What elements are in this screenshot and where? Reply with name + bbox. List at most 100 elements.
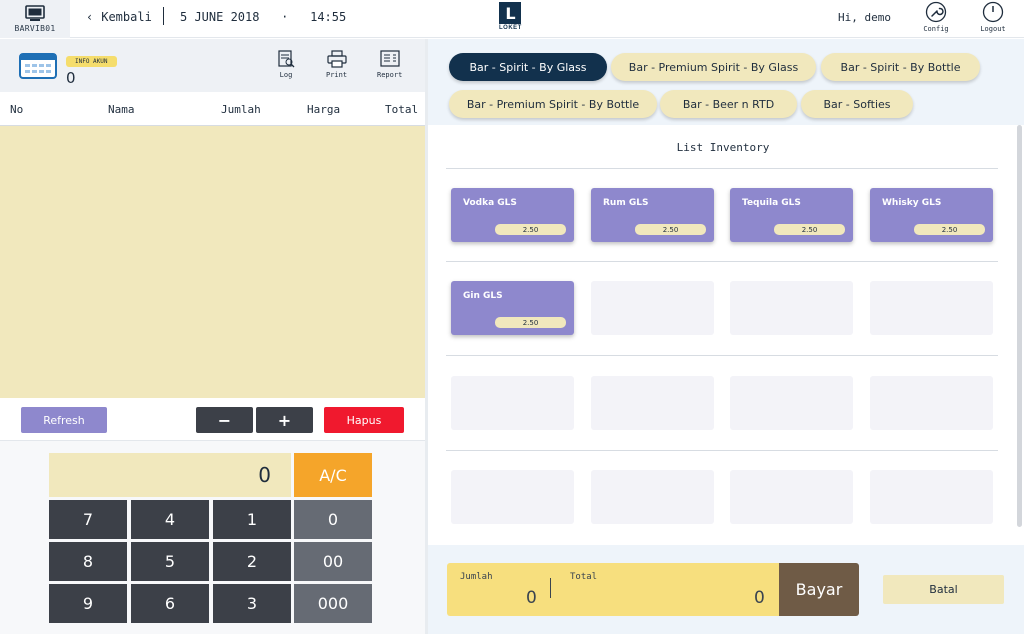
key-00[interactable]: 00: [294, 542, 372, 581]
key-0[interactable]: 0: [294, 500, 372, 539]
column-no: No: [10, 103, 24, 116]
empty-slot: [870, 281, 993, 335]
item-name: Gin GLS: [463, 291, 503, 301]
pay-button[interactable]: Bayar: [779, 563, 859, 616]
inventory-item-rum[interactable]: Rum GLS 2.50: [591, 188, 714, 242]
key-6[interactable]: 6: [131, 584, 209, 623]
column-harga: Harga: [307, 103, 341, 116]
total-label: Total: [570, 572, 598, 582]
delete-button[interactable]: Hapus: [324, 407, 404, 433]
refresh-button[interactable]: Refresh: [21, 407, 107, 433]
increase-button[interactable]: +: [256, 407, 313, 433]
decrease-button[interactable]: −: [196, 407, 253, 433]
category-tab-spirit-glass[interactable]: Bar - Spirit - By Glass: [449, 53, 607, 81]
divider: [446, 261, 998, 262]
item-price: 2.50: [495, 317, 566, 328]
config-label: Config: [923, 25, 949, 33]
empty-slot: [870, 376, 993, 430]
card-icon: [19, 53, 57, 79]
key-8[interactable]: 8: [49, 542, 127, 581]
user-greeting: Hi, demo: [838, 11, 891, 24]
divider: [550, 578, 551, 598]
payment-bar: Jumlah 0 Total 0 Bayar Batal: [428, 545, 1024, 634]
logout-label: Logout: [980, 25, 1006, 33]
inventory-item-vodka[interactable]: Vodka GLS 2.50: [451, 188, 574, 242]
chevron-left-icon: ‹: [86, 10, 94, 24]
item-price: 2.50: [774, 224, 845, 235]
key-2[interactable]: 2: [213, 542, 291, 581]
inventory-panel: Bar - Spirit - By Glass Bar - Premium Sp…: [428, 39, 1024, 634]
account-info-badge[interactable]: INFO AKUN: [66, 56, 117, 67]
item-name: Rum GLS: [603, 198, 649, 208]
category-tab-beer-rtd[interactable]: Bar - Beer n RTD: [660, 90, 797, 118]
item-name: Whisky GLS: [882, 198, 942, 208]
logo-text: LOKÉT: [499, 25, 522, 31]
key-1[interactable]: 1: [213, 500, 291, 539]
print-button[interactable]: Print: [326, 50, 347, 79]
print-label: Print: [326, 71, 348, 79]
date-time: 5 JUNE 2018 · 14:55: [180, 10, 346, 24]
numeric-keypad: 0 A/C 7 4 1 0 8 5 2 00 9 6 3 000: [0, 441, 425, 634]
category-tab-spirit-bottle[interactable]: Bar - Spirit - By Bottle: [821, 53, 980, 81]
top-bar: BARVIB01 ‹ Kembali 5 JUNE 2018 · 14:55 L…: [0, 0, 1024, 38]
payment-summary: Jumlah 0 Total 0: [447, 563, 779, 616]
clear-button[interactable]: A/C: [294, 453, 372, 497]
column-nama: Nama: [108, 103, 135, 116]
report-label: Report: [377, 71, 403, 79]
empty-slot: [591, 470, 714, 524]
printer-icon: [326, 50, 347, 68]
jumlah-label: Jumlah: [460, 572, 493, 582]
empty-slot: [730, 281, 853, 335]
inventory-scrollbar[interactable]: [1017, 125, 1022, 527]
power-icon: [982, 1, 1004, 23]
log-button[interactable]: Log: [276, 50, 296, 79]
key-7[interactable]: 7: [49, 500, 127, 539]
key-4[interactable]: 4: [131, 500, 209, 539]
item-name: Vodka GLS: [463, 198, 517, 208]
category-tab-premium-spirit-bottle[interactable]: Bar - Premium Spirit - By Bottle: [449, 90, 657, 118]
empty-slot: [451, 470, 574, 524]
cancel-button[interactable]: Batal: [883, 575, 1004, 604]
item-price: 2.50: [635, 224, 706, 235]
jumlah-value: 0: [526, 588, 537, 608]
key-000[interactable]: 000: [294, 584, 372, 623]
account-value: 0: [66, 69, 76, 87]
inventory-item-whisky[interactable]: Whisky GLS 2.50: [870, 188, 993, 242]
inventory-title: List Inventory: [676, 141, 770, 154]
empty-slot: [591, 376, 714, 430]
logo-mark: L: [499, 2, 522, 24]
item-name: Tequila GLS: [742, 198, 801, 208]
station-indicator[interactable]: BARVIB01: [0, 0, 70, 38]
monitor-icon: [25, 5, 45, 21]
category-tab-premium-spirit-glass[interactable]: Bar - Premium Spirit - By Glass: [611, 53, 816, 81]
time-text: 14:55: [310, 10, 347, 24]
inventory-item-tequila[interactable]: Tequila GLS 2.50: [730, 188, 853, 242]
order-controls: Refresh − + Hapus: [0, 398, 425, 441]
key-3[interactable]: 3: [213, 584, 291, 623]
order-list-area[interactable]: [0, 126, 425, 398]
config-button[interactable]: Config: [916, 1, 956, 33]
order-table-header: No Nama Jumlah Harga Total: [0, 92, 425, 126]
key-9[interactable]: 9: [49, 584, 127, 623]
inventory-item-gin[interactable]: Gin GLS 2.50: [451, 281, 574, 335]
key-5[interactable]: 5: [131, 542, 209, 581]
report-button[interactable]: Report: [377, 50, 402, 79]
logout-button[interactable]: Logout: [973, 1, 1013, 33]
back-button[interactable]: ‹ Kembali: [86, 10, 152, 24]
empty-slot: [591, 281, 714, 335]
divider: [446, 355, 998, 356]
item-price: 2.50: [495, 224, 566, 235]
order-panel: INFO AKUN 0 Log Print Report No Nama Jum…: [0, 39, 425, 634]
category-tab-softies[interactable]: Bar - Softies: [801, 90, 913, 118]
date-text: 5 JUNE 2018: [180, 10, 260, 24]
back-label: Kembali: [101, 10, 152, 24]
separator-dot: ·: [281, 10, 289, 24]
app-logo: L LOKÉT: [499, 2, 522, 31]
column-jumlah: Jumlah: [221, 103, 261, 116]
keypad-display: 0: [49, 453, 291, 497]
column-total: Total: [385, 103, 419, 116]
divider: [163, 7, 164, 25]
divider: [446, 450, 998, 451]
item-price: 2.50: [914, 224, 985, 235]
empty-slot: [870, 470, 993, 524]
